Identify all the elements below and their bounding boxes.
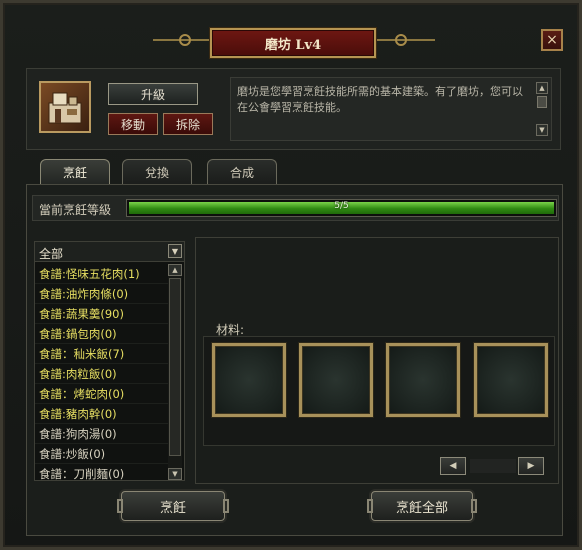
ornament-scroll-icon bbox=[179, 34, 191, 46]
material-slot[interactable] bbox=[474, 343, 548, 417]
button-cap-right bbox=[471, 499, 477, 513]
recipe-list: 全部 ▼ 食譜:怪味五花肉(1) 食譜:油炸肉條(0) 食譜:蔬果羹(90) 食譜:鍋… bbox=[34, 241, 185, 481]
materials-row bbox=[203, 336, 555, 446]
recipe-list-item[interactable]: 食譜:怪味五花肉(1) bbox=[35, 264, 168, 284]
page-indicator bbox=[470, 459, 516, 473]
recipe-list-item[interactable]: 食譜:豬肉幹(0) bbox=[35, 404, 168, 424]
cook-button[interactable]: 烹飪 bbox=[117, 491, 229, 521]
recipe-list-item[interactable]: 食譜:油炸肉條(0) bbox=[35, 284, 168, 304]
mill-building-icon bbox=[39, 81, 91, 133]
recipe-list-item[interactable]: 食譜：秈米飯(7) bbox=[35, 344, 168, 364]
window-title: 磨坊 Lv4 bbox=[210, 28, 376, 58]
scroll-thumb[interactable] bbox=[537, 96, 547, 108]
cooking-level-panel: 當前烹飪等級 5/5 bbox=[32, 195, 559, 221]
cook-all-button[interactable]: 烹飪全部 bbox=[367, 491, 477, 521]
scroll-down-icon[interactable]: ▼ bbox=[168, 468, 182, 480]
button-cap-left bbox=[117, 499, 123, 513]
recipe-filter-dropdown[interactable]: 全部 ▼ bbox=[35, 242, 184, 262]
page-next-button[interactable]: ▶ bbox=[518, 457, 544, 475]
chevron-down-icon[interactable]: ▼ bbox=[168, 244, 182, 258]
building-info-panel: 升級 移動 拆除 磨坊是您學習烹飪技能所需的基本建築。有了磨坊，您可以在公會學習… bbox=[26, 68, 561, 150]
chevron-right-icon: ▶ bbox=[527, 461, 535, 471]
button-cap-right bbox=[223, 499, 229, 513]
upgrade-button[interactable]: 升級 bbox=[108, 83, 198, 105]
cooking-level-label: 當前烹飪等級 bbox=[39, 203, 112, 217]
recipe-list-item[interactable]: 食譜：刀削麵(0) bbox=[35, 464, 168, 480]
tab-cooking[interactable]: 烹飪 bbox=[40, 159, 110, 185]
button-cap-left bbox=[367, 499, 373, 513]
cooking-level-value: 5/5 bbox=[334, 201, 349, 211]
material-slot[interactable] bbox=[386, 343, 460, 417]
cook-button-label: 烹飪 bbox=[159, 500, 186, 516]
recipe-list-item[interactable]: 食譜:肉粒飯(0) bbox=[35, 364, 168, 384]
tab-synthesis[interactable]: 合成 bbox=[207, 159, 277, 185]
cooking-level-bar: 5/5 bbox=[126, 199, 557, 217]
move-button[interactable]: 移動 bbox=[108, 113, 158, 135]
recipe-items: 食譜:怪味五花肉(1) 食譜:油炸肉條(0) 食譜:蔬果羹(90) 食譜:鍋包肉(0)… bbox=[35, 264, 168, 480]
recipe-list-item[interactable]: 食譜:蔬果羹(90) bbox=[35, 304, 168, 324]
recipe-list-item[interactable]: 食譜：烤蛇肉(0) bbox=[35, 384, 168, 404]
ornament-scroll-icon bbox=[395, 34, 407, 46]
description-text: 磨坊是您學習烹飪技能所需的基本建築。有了磨坊，您可以在公會學習烹飪技能。 bbox=[237, 85, 523, 114]
scroll-up-icon[interactable]: ▲ bbox=[168, 264, 182, 276]
recipe-list-item[interactable]: 食譜:鍋包肉(0) bbox=[35, 324, 168, 344]
material-slot[interactable] bbox=[299, 343, 373, 417]
demolish-button[interactable]: 拆除 bbox=[163, 113, 213, 135]
scroll-up-icon[interactable]: ▲ bbox=[536, 82, 548, 94]
recipe-list-scrollbar[interactable]: ▲ ▼ bbox=[168, 264, 182, 480]
description-scrollbar[interactable]: ▲ ▼ bbox=[536, 82, 548, 136]
scroll-down-icon[interactable]: ▼ bbox=[536, 124, 548, 136]
building-description: 磨坊是您學習烹飪技能所需的基本建築。有了磨坊，您可以在公會學習烹飪技能。 ▲ ▼ bbox=[230, 77, 552, 141]
page-prev-button[interactable]: ◀ bbox=[440, 457, 466, 475]
recipe-list-item[interactable]: 食譜:狗肉湯(0) bbox=[35, 424, 168, 444]
scroll-thumb[interactable] bbox=[169, 278, 181, 456]
workshop-window: 磨坊 Lv4 × 升級 移動 拆除 磨坊是您學習烹飪技能所需的基本建築。有了磨坊… bbox=[0, 0, 582, 550]
material-slot[interactable] bbox=[212, 343, 286, 417]
recipe-filter-label: 全部 bbox=[39, 247, 64, 261]
chevron-left-icon: ◀ bbox=[449, 461, 457, 471]
tab-exchange[interactable]: 兌換 bbox=[122, 159, 192, 185]
close-icon: × bbox=[546, 32, 558, 48]
cook-all-button-label: 烹飪全部 bbox=[395, 500, 448, 516]
close-button[interactable]: × bbox=[541, 29, 563, 51]
recipe-list-item[interactable]: 食譜:炒飯(0) bbox=[35, 444, 168, 464]
